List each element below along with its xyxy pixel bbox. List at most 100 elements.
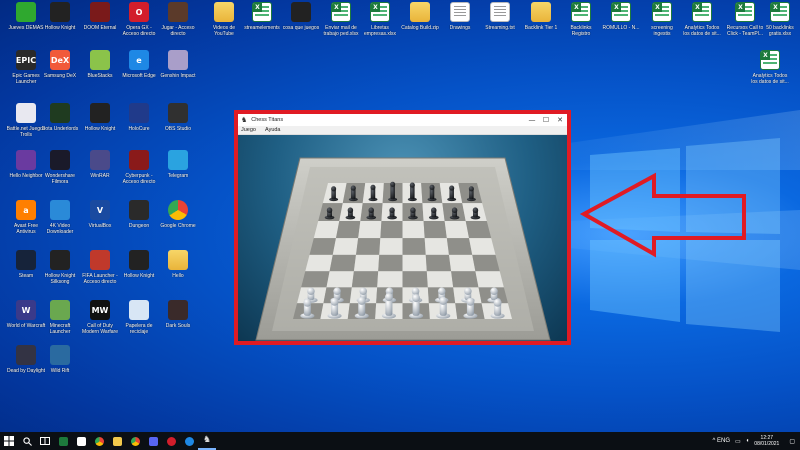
taskbar-store[interactable] <box>72 432 90 450</box>
desktop-icon[interactable]: cosa que juegos <box>281 2 321 48</box>
task-view-button[interactable] <box>36 432 54 450</box>
desktop-icon[interactable]: Enviar mail de trabajo ped.xlsx <box>321 2 361 48</box>
taskbar-edge[interactable] <box>180 432 198 450</box>
desktop-icon[interactable]: Hollow Knight Silksong <box>40 250 80 296</box>
desktop-icon[interactable]: V VirtualBox <box>80 200 120 246</box>
desktop-icon[interactable]: Wild Rift <box>40 345 80 391</box>
taskbar-chrome[interactable] <box>90 432 108 450</box>
desktop-icon[interactable]: screening ingestis <box>642 2 682 48</box>
desktop-icon[interactable]: BlueStacks <box>80 50 120 96</box>
menu-juego[interactable]: Juego <box>241 127 256 133</box>
desktop-icon[interactable]: Google Chrome <box>158 200 198 246</box>
window-titlebar[interactable]: ♞ Chess Titans — ☐ ✕ <box>238 114 567 126</box>
board-square[interactable] <box>309 238 336 255</box>
board-square[interactable] <box>424 238 449 255</box>
desktop-icon[interactable]: O Opera GX - Acceso directo <box>119 2 159 48</box>
desktop-icon[interactable]: MW Call of Duty Modern Warfare <box>80 300 120 346</box>
board-square[interactable] <box>379 238 403 255</box>
board-square[interactable] <box>472 254 500 272</box>
board-square[interactable] <box>305 254 333 272</box>
board-square[interactable] <box>448 254 476 272</box>
desktop-icon[interactable]: 50 backlinks gratis.xlsx <box>760 2 800 48</box>
board-square[interactable] <box>402 220 425 239</box>
desktop-icon[interactable]: 4K Video Downloader <box>40 200 80 246</box>
board-square[interactable] <box>451 271 479 288</box>
start-button[interactable] <box>0 432 18 450</box>
board-square[interactable] <box>469 238 496 255</box>
notifications-icon[interactable]: ▢ <box>789 438 795 445</box>
desktop-icon[interactable]: Recursos Call to Click - TeamPl... <box>725 2 765 48</box>
board-square[interactable] <box>329 254 357 272</box>
taskbar-explorer[interactable] <box>108 432 126 450</box>
board-square[interactable] <box>335 220 361 239</box>
board-square[interactable] <box>402 254 427 272</box>
board-square[interactable] <box>444 220 470 239</box>
board-square[interactable] <box>332 238 359 255</box>
desktop-icon[interactable]: Libretas empresas.xlsx <box>360 2 400 48</box>
board-square[interactable] <box>402 271 428 288</box>
desktop-icon[interactable]: Analytics Todos los datos de sit... <box>682 2 722 48</box>
board-square[interactable] <box>475 271 504 288</box>
desktop-icon[interactable]: HoloCure <box>119 103 159 149</box>
desktop-icon[interactable]: Jugar - Acceso directo <box>158 2 198 48</box>
board-square[interactable] <box>356 238 381 255</box>
close-button[interactable]: ✕ <box>553 116 567 124</box>
desktop-icon[interactable]: Hello <box>158 250 198 296</box>
desktop-icon[interactable]: Catalog Build.zip <box>400 2 440 48</box>
board-square[interactable] <box>380 220 403 239</box>
board-square[interactable] <box>358 220 382 239</box>
desktop-icon[interactable]: Hollow Knight <box>80 103 120 149</box>
desktop-icon[interactable]: DOOM Eternal <box>80 2 120 48</box>
desktop-icon[interactable]: Telegram <box>158 150 198 196</box>
desktop-icon[interactable]: OBS Studio <box>158 103 198 149</box>
taskbar-excel[interactable] <box>54 432 72 450</box>
desktop-icon[interactable]: Backlinks Registro <box>561 2 601 48</box>
board-square[interactable] <box>353 254 380 272</box>
desktop-icon[interactable]: Minecraft Launcher <box>40 300 80 346</box>
taskbar-chrome-2[interactable] <box>126 432 144 450</box>
menu-ayuda[interactable]: Ayuda <box>265 127 281 133</box>
desktop-icon[interactable]: Hollow Knight <box>119 250 159 296</box>
desktop-icon[interactable]: Drawings <box>440 2 480 48</box>
search-button[interactable] <box>18 432 36 450</box>
clock[interactable]: 12:27 08/01/2021 <box>754 435 779 447</box>
minimize-button[interactable]: — <box>525 116 539 124</box>
board-square[interactable] <box>446 238 473 255</box>
desktop-icon[interactable]: Analytics Todos los datos de sit... <box>750 50 790 96</box>
desktop-icon[interactable]: Backlink Tier 1 <box>521 2 561 48</box>
board-square[interactable] <box>426 271 454 288</box>
board-square[interactable] <box>351 271 379 288</box>
desktop-icon[interactable]: Hollow Knight <box>40 2 80 48</box>
chess-board[interactable] <box>238 135 567 341</box>
board-square[interactable] <box>402 238 426 255</box>
board-square[interactable] <box>326 271 354 288</box>
board-square[interactable] <box>465 220 492 239</box>
desktop-icon[interactable]: streamelements <box>242 2 282 48</box>
chess-game-area[interactable] <box>238 135 567 341</box>
maximize-button[interactable]: ☐ <box>539 116 553 124</box>
board-square[interactable] <box>313 220 340 239</box>
desktop-icon[interactable]: FIFA Launcher - Acceso directo <box>80 250 120 296</box>
desktop-icon[interactable]: Dota Underlords <box>40 103 80 149</box>
volume-icon[interactable]: ◖ <box>746 438 750 444</box>
desktop-icon[interactable]: Papelera de reciclaje <box>119 300 159 346</box>
desktop-icon[interactable]: Genshin Impact <box>158 50 198 96</box>
board-square[interactable] <box>425 254 452 272</box>
taskbar-discord[interactable] <box>144 432 162 450</box>
chess-titans-window[interactable]: ♞ Chess Titans — ☐ ✕ Juego Ayuda <box>234 110 571 345</box>
desktop-icon[interactable]: Cyberpunk - Acceso directo <box>119 150 159 196</box>
board-square[interactable] <box>301 271 330 288</box>
desktop-icon[interactable]: e Microsoft Edge <box>119 50 159 96</box>
desktop-icon[interactable]: WinRAR <box>80 150 120 196</box>
desktop-icon[interactable]: ROMULLO - N... <box>601 2 641 48</box>
taskbar-opera[interactable] <box>162 432 180 450</box>
board-square[interactable] <box>423 220 447 239</box>
board-square[interactable] <box>378 254 403 272</box>
desktop-icon[interactable]: Videos de YouTube <box>204 2 244 48</box>
desktop-icon[interactable]: Wondershare Filmora <box>40 150 80 196</box>
desktop-icon[interactable]: Streaming.txt <box>480 2 520 48</box>
desktop-icon[interactable]: Dungeon <box>119 200 159 246</box>
desktop-icon[interactable]: Dark Souls <box>158 300 198 346</box>
taskbar-chess[interactable]: ♞ <box>198 432 216 450</box>
tray-info[interactable]: ^ ENG <box>713 438 730 444</box>
